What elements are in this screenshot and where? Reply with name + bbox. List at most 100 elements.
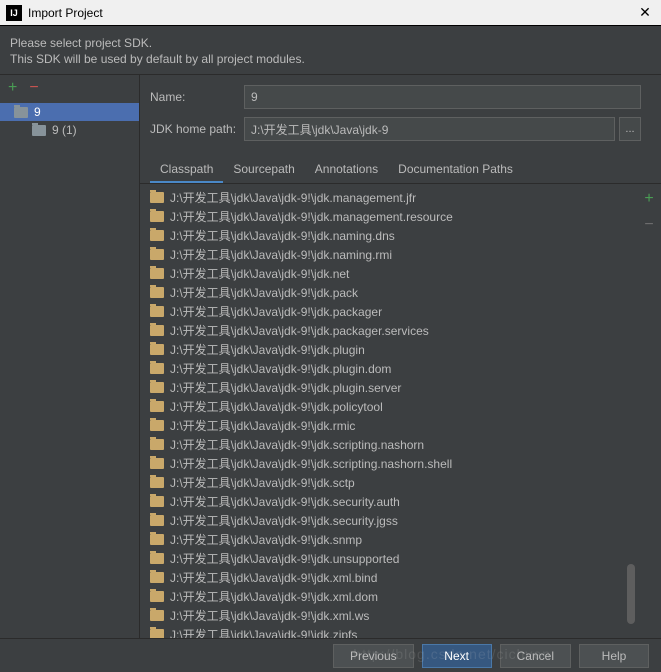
list-item[interactable]: J:\开发工具\jdk\Java\jdk-9!\jdk.net (140, 264, 625, 283)
list-item[interactable]: J:\开发工具\jdk\Java\jdk-9!\jdk.snmp (140, 530, 625, 549)
header: Please select project SDK. This SDK will… (0, 26, 661, 75)
library-icon (150, 287, 164, 298)
list-item[interactable]: J:\开发工具\jdk\Java\jdk-9!\jdk.packager.ser… (140, 321, 625, 340)
list-toolbar: + − (637, 184, 661, 655)
list-item[interactable]: J:\开发工具\jdk\Java\jdk-9!\jdk.unsupported (140, 549, 625, 568)
list-item[interactable]: J:\开发工具\jdk\Java\jdk-9!\jdk.naming.dns (140, 226, 625, 245)
list-item-label: J:\开发工具\jdk\Java\jdk-9!\jdk.xml.dom (170, 588, 378, 605)
add-sdk-icon[interactable]: + (8, 79, 17, 97)
list-item[interactable]: J:\开发工具\jdk\Java\jdk-9!\jdk.rmic (140, 416, 625, 435)
header-line1: Please select project SDK. (10, 36, 651, 50)
library-icon (150, 211, 164, 222)
library-icon (150, 230, 164, 241)
titlebar: IJ Import Project ✕ (0, 0, 661, 26)
list-item[interactable]: J:\开发工具\jdk\Java\jdk-9!\jdk.pack (140, 283, 625, 302)
library-icon (150, 344, 164, 355)
library-icon (150, 572, 164, 583)
sidebar-item-sdk[interactable]: 9 (1) (0, 121, 139, 139)
sidebar-item-sdk[interactable]: 9 (0, 103, 139, 121)
library-icon (150, 477, 164, 488)
list-item-label: J:\开发工具\jdk\Java\jdk-9!\jdk.policytool (170, 398, 383, 415)
previous-button[interactable]: Previous (333, 644, 414, 668)
remove-sdk-icon[interactable]: − (29, 79, 38, 97)
list-item[interactable]: J:\开发工具\jdk\Java\jdk-9!\jdk.naming.rmi (140, 245, 625, 264)
tab-classpath[interactable]: Classpath (150, 157, 223, 183)
list-item-label: J:\开发工具\jdk\Java\jdk-9!\jdk.management.j… (170, 189, 416, 206)
list-item-label: J:\开发工具\jdk\Java\jdk-9!\jdk.plugin (170, 341, 365, 358)
name-label: Name: (150, 90, 244, 104)
list-item[interactable]: J:\开发工具\jdk\Java\jdk-9!\jdk.sctp (140, 473, 625, 492)
list-item-label: J:\开发工具\jdk\Java\jdk-9!\jdk.packager (170, 303, 382, 320)
list-item-label: J:\开发工具\jdk\Java\jdk-9!\jdk.net (170, 265, 349, 282)
list-item-label: J:\开发工具\jdk\Java\jdk-9!\jdk.plugin.dom (170, 360, 391, 377)
sidebar-toolbar: + − (0, 75, 139, 101)
list-item-label: J:\开发工具\jdk\Java\jdk-9!\jdk.xml.bind (170, 569, 377, 586)
list-item-label: J:\开发工具\jdk\Java\jdk-9!\jdk.packager.ser… (170, 322, 429, 339)
footer: Previous Next Cancel Help (0, 638, 661, 672)
list-item[interactable]: J:\开发工具\jdk\Java\jdk-9!\jdk.scripting.na… (140, 454, 625, 473)
list-item[interactable]: J:\开发工具\jdk\Java\jdk-9!\jdk.packager (140, 302, 625, 321)
list-item[interactable]: J:\开发工具\jdk\Java\jdk-9!\jdk.policytool (140, 397, 625, 416)
path-label: JDK home path: (150, 122, 244, 136)
sdk-form: Name: JDK home path: ... (140, 75, 661, 157)
library-icon (150, 268, 164, 279)
library-icon (150, 534, 164, 545)
cancel-button[interactable]: Cancel (500, 644, 571, 668)
tab-documentation-paths[interactable]: Documentation Paths (388, 157, 523, 183)
name-input[interactable] (244, 85, 641, 109)
scrollbar[interactable] (625, 184, 637, 655)
library-icon (150, 249, 164, 260)
folder-icon (14, 107, 28, 118)
library-icon (150, 439, 164, 450)
tab-sourcepath[interactable]: Sourcepath (223, 157, 304, 183)
list-item-label: J:\开发工具\jdk\Java\jdk-9!\jdk.security.aut… (170, 493, 400, 510)
header-line2: This SDK will be used by default by all … (10, 52, 651, 66)
list-item[interactable]: J:\开发工具\jdk\Java\jdk-9!\jdk.management.j… (140, 188, 625, 207)
list-item[interactable]: J:\开发工具\jdk\Java\jdk-9!\jdk.scripting.na… (140, 435, 625, 454)
list-item[interactable]: J:\开发工具\jdk\Java\jdk-9!\jdk.management.r… (140, 207, 625, 226)
path-input[interactable] (244, 117, 615, 141)
library-icon (150, 553, 164, 564)
list-item[interactable]: J:\开发工具\jdk\Java\jdk-9!\jdk.security.jgs… (140, 511, 625, 530)
list-item-label: J:\开发工具\jdk\Java\jdk-9!\jdk.management.r… (170, 208, 453, 225)
tab-annotations[interactable]: Annotations (305, 157, 388, 183)
library-icon (150, 591, 164, 602)
list-item-label: J:\开发工具\jdk\Java\jdk-9!\jdk.unsupported (170, 550, 399, 567)
close-icon[interactable]: ✕ (635, 4, 655, 21)
sidebar-item-label: 9 (1) (52, 123, 77, 137)
library-icon (150, 420, 164, 431)
list-item-label: J:\开发工具\jdk\Java\jdk-9!\jdk.plugin.serve… (170, 379, 401, 396)
list-item-label: J:\开发工具\jdk\Java\jdk-9!\jdk.rmic (170, 417, 355, 434)
list-item[interactable]: J:\开发工具\jdk\Java\jdk-9!\jdk.security.aut… (140, 492, 625, 511)
list-item-label: J:\开发工具\jdk\Java\jdk-9!\jdk.scripting.na… (170, 436, 424, 453)
list-item-label: J:\开发工具\jdk\Java\jdk-9!\jdk.xml.ws (170, 607, 369, 624)
library-icon (150, 363, 164, 374)
add-classpath-icon[interactable]: + (644, 190, 653, 208)
scrollbar-thumb[interactable] (627, 564, 635, 624)
library-icon (150, 192, 164, 203)
library-icon (150, 458, 164, 469)
list-item-label: J:\开发工具\jdk\Java\jdk-9!\jdk.sctp (170, 474, 355, 491)
list-item-label: J:\开发工具\jdk\Java\jdk-9!\jdk.pack (170, 284, 358, 301)
list-item[interactable]: J:\开发工具\jdk\Java\jdk-9!\jdk.plugin.serve… (140, 378, 625, 397)
folder-icon (32, 125, 46, 136)
list-item-label: J:\开发工具\jdk\Java\jdk-9!\jdk.scripting.na… (170, 455, 452, 472)
library-icon (150, 496, 164, 507)
library-icon (150, 325, 164, 336)
next-button[interactable]: Next (422, 644, 492, 668)
list-item[interactable]: J:\开发工具\jdk\Java\jdk-9!\jdk.plugin (140, 340, 625, 359)
help-button[interactable]: Help (579, 644, 649, 668)
browse-button[interactable]: ... (619, 117, 641, 141)
sdk-tree: 9 9 (1) (0, 101, 139, 141)
list-item-label: J:\开发工具\jdk\Java\jdk-9!\jdk.naming.rmi (170, 246, 392, 263)
app-icon: IJ (6, 5, 22, 21)
list-item-label: J:\开发工具\jdk\Java\jdk-9!\jdk.snmp (170, 531, 362, 548)
library-icon (150, 382, 164, 393)
window-title: Import Project (28, 6, 635, 20)
library-icon (150, 306, 164, 317)
list-item[interactable]: J:\开发工具\jdk\Java\jdk-9!\jdk.xml.dom (140, 587, 625, 606)
remove-classpath-icon[interactable]: − (644, 216, 653, 234)
list-item[interactable]: J:\开发工具\jdk\Java\jdk-9!\jdk.xml.ws (140, 606, 625, 625)
list-item[interactable]: J:\开发工具\jdk\Java\jdk-9!\jdk.xml.bind (140, 568, 625, 587)
list-item[interactable]: J:\开发工具\jdk\Java\jdk-9!\jdk.plugin.dom (140, 359, 625, 378)
